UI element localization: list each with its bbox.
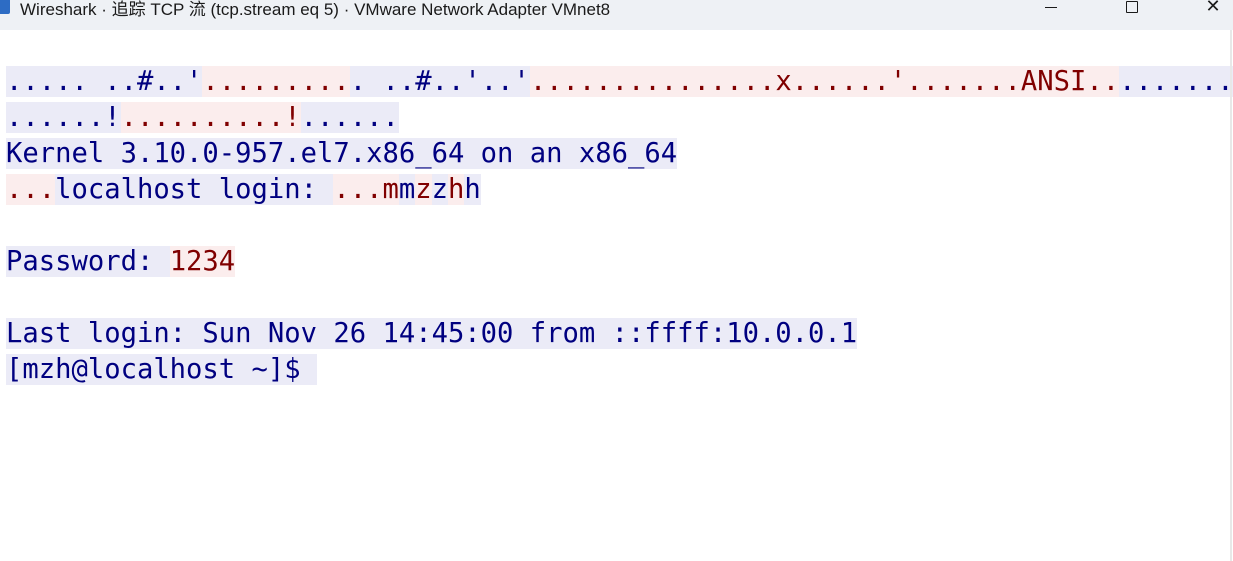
minimize-button[interactable]: [1028, 0, 1074, 22]
client-segment: ......!: [6, 102, 121, 133]
server-segment: ...: [6, 174, 56, 205]
server-segment: .........: [202, 66, 350, 97]
stream-line: Kernel 3.10.0-957.el7.x86_64 on an x86_6…: [6, 136, 1233, 172]
stream-blank-line: [6, 208, 1233, 244]
client-segment: Kernel 3.10.0-957.el7.x86_64 on an x86_6…: [6, 138, 678, 169]
client-segment: Password:: [6, 246, 170, 277]
stream-line: Password: 1234: [6, 244, 1233, 280]
client-segment: localhost login:: [55, 174, 334, 205]
server-segment: h: [447, 174, 465, 205]
minimize-icon: [1045, 6, 1057, 8]
client-segment: m: [398, 174, 416, 205]
server-segment: ...........: [529, 66, 710, 97]
stream-line: ..... ..#..'.......... ..#..'..'........…: [6, 64, 1233, 100]
stream-line: ......!..........!......: [6, 100, 1233, 136]
client-segment: Last login: Sun Nov 26 14:45:00 from ::f…: [6, 318, 858, 349]
window-title: Wireshark · 追踪 TCP 流 (tcp.stream eq 5) ·…: [20, 0, 611, 19]
client-segment: z: [431, 174, 448, 205]
maximize-icon: [1126, 1, 1138, 13]
client-segment: ..... ..#..': [6, 66, 203, 97]
wireshark-icon: [0, 0, 10, 14]
server-segment: ....x......'.......ANSI..: [709, 66, 1120, 97]
stream-blank-line: [6, 280, 1233, 316]
server-segment: ...m: [333, 174, 399, 205]
stream-line: ...localhost login: ...mmzzhh: [6, 172, 1233, 208]
stream-line: Last login: Sun Nov 26 14:45:00 from ::f…: [6, 316, 1233, 352]
maximize-button[interactable]: [1109, 0, 1155, 22]
client-segment: .......: [1119, 66, 1233, 97]
stream-content[interactable]: ..... ..#..'.......... ..#..'..'........…: [6, 64, 1233, 388]
server-segment: z: [415, 174, 432, 205]
client-segment: [mzh@localhost ~]$: [6, 354, 317, 385]
title-bar[interactable]: Wireshark · 追踪 TCP 流 (tcp.stream eq 5) ·…: [0, 0, 1233, 30]
server-segment: ..........!: [120, 102, 301, 133]
close-icon: ✕: [1205, 0, 1221, 17]
server-segment: 1234: [169, 246, 236, 277]
follow-tcp-stream-window: Wireshark · 追踪 TCP 流 (tcp.stream eq 5) ·…: [0, 0, 1233, 561]
client-segment: ......: [300, 102, 399, 133]
client-segment: . ..#..'..': [349, 66, 530, 97]
stream-line: [mzh@localhost ~]$: [6, 352, 1233, 388]
scrollbar-track[interactable]: [1230, 30, 1232, 561]
client-segment: h: [464, 174, 481, 205]
close-button[interactable]: ✕: [1190, 0, 1233, 22]
